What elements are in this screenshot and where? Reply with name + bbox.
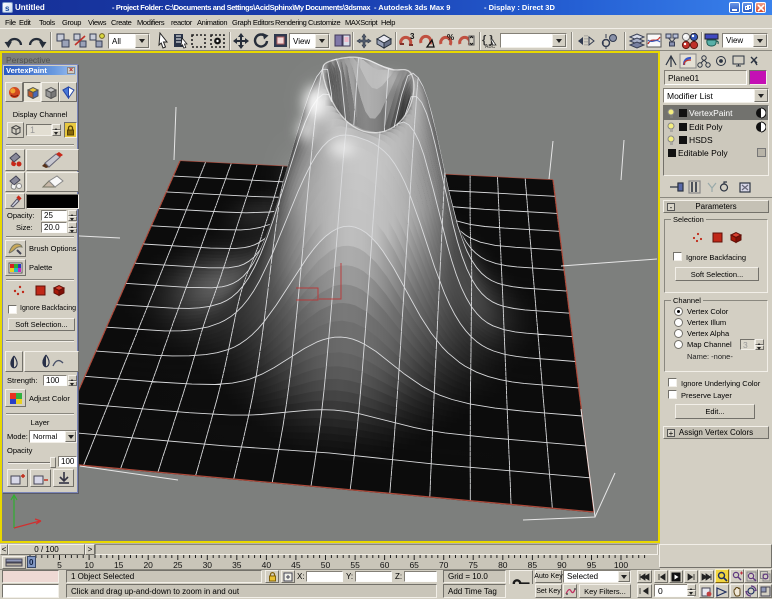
svg-text:25: 25 (173, 560, 183, 570)
svg-text:85: 85 (528, 560, 538, 570)
svg-text:100: 100 (614, 560, 628, 570)
svg-text:40: 40 (262, 560, 272, 570)
svg-text:65: 65 (409, 560, 419, 570)
svg-text:30: 30 (203, 560, 213, 570)
svg-text:70: 70 (439, 560, 449, 570)
svg-text:35: 35 (232, 560, 242, 570)
svg-text:20: 20 (143, 560, 153, 570)
svg-text:90: 90 (557, 560, 567, 570)
svg-text:60: 60 (380, 560, 390, 570)
svg-text:80: 80 (498, 560, 508, 570)
svg-text:55: 55 (350, 560, 360, 570)
svg-text:95: 95 (587, 560, 597, 570)
svg-text:3: 3 (410, 32, 415, 41)
svg-text:%: % (447, 33, 454, 42)
svg-text:15: 15 (114, 560, 124, 570)
svg-text:45: 45 (291, 560, 301, 570)
svg-text:5: 5 (57, 560, 62, 570)
svg-text:10: 10 (84, 560, 94, 570)
svg-text:50: 50 (321, 560, 331, 570)
svg-text:75: 75 (468, 560, 478, 570)
